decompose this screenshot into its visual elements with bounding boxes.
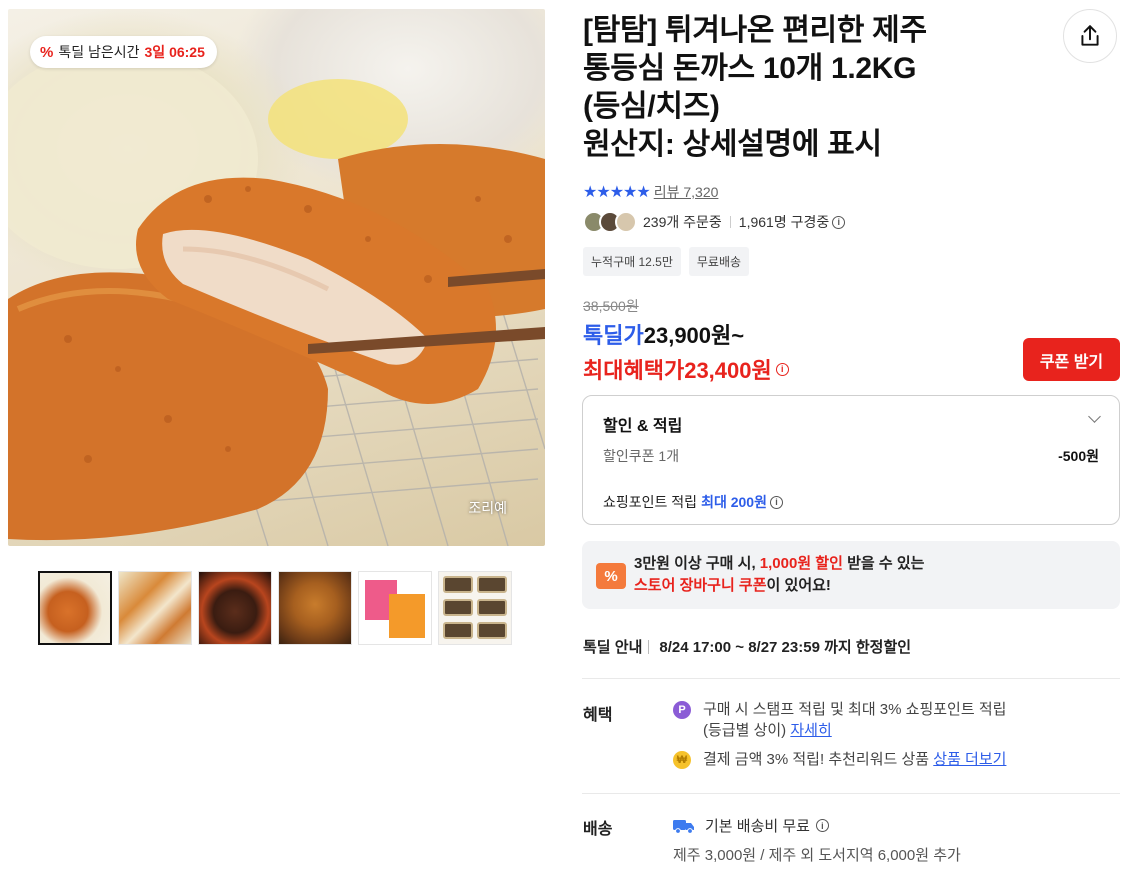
deal-info-row: 톡딜 안내 8/24 17:00 ~ 8/27 23:59 까지 한정할인 xyxy=(583,636,911,657)
info-icon[interactable]: i xyxy=(775,362,789,376)
deal-timer-badge: % 톡딜 남은시간 3일 06:25 xyxy=(30,36,217,68)
product-title-line: [탐탐] 튀겨나온 편리한 제주 xyxy=(583,14,927,47)
max-benefit-price: 최대혜택가 23,400원 i xyxy=(583,353,789,385)
divider xyxy=(648,639,650,654)
tray-pack xyxy=(443,576,473,593)
thumbnail-3[interactable] xyxy=(198,571,272,645)
package-orange xyxy=(389,594,425,638)
coupon-icon: % xyxy=(596,563,626,589)
deal-timer-value: 3일 06:25 xyxy=(144,44,205,60)
store-coupon-banner[interactable]: % 3만원 이상 구매 시, 1,000원 할인 받을 수 있는 스토어 장바구… xyxy=(582,541,1120,609)
deal-info-period: 8/24 17:00 ~ 8/27 23:59 까지 한정할인 xyxy=(659,639,912,656)
thumbnail-strip xyxy=(38,571,512,645)
discount-coupon-label: 할인쿠폰 1개 xyxy=(603,448,680,464)
star-rating-icon: ★★★★★ xyxy=(583,184,651,201)
share-button[interactable] xyxy=(1063,9,1117,63)
browsing-count: 1,961명 구경중 xyxy=(738,214,830,230)
tray-pack xyxy=(443,622,473,639)
deal-price-value: 23,900원~ xyxy=(643,323,745,348)
benefit-reward-row: ₩ 결제 금액 3% 적립! 추천리워드 상품 상품 더보기 xyxy=(673,749,1006,770)
main-product-image[interactable]: % 톡딜 남은시간 3일 06:25 조리예 xyxy=(8,9,545,546)
tray-pack xyxy=(443,599,473,616)
rating-row: ★★★★★ 리뷰 7,320 xyxy=(583,182,718,202)
more-products-link[interactable]: 상품 더보기 xyxy=(933,751,1006,768)
product-title-line: 통등심 돈까스 10개 1.2KG xyxy=(583,52,917,85)
deal-info-label: 톡딜 안내 xyxy=(583,639,643,656)
shopping-point-row: 쇼핑포인트 적립 최대 200원 i xyxy=(603,492,783,512)
benefit-stamp-row: P 구매 시 스탬프 적립 및 최대 3% 쇼핑포인트 적립 (등급별 상이) … xyxy=(673,699,1006,741)
tag-cumulative-purchase: 누적구매 12.5만 xyxy=(583,247,681,276)
shipping-label: 배송 xyxy=(583,821,613,838)
text: 결제 금액 3% 적립! 추천리워드 상품 xyxy=(703,751,930,768)
percent-icon: % xyxy=(40,43,54,61)
deal-price-label: 톡딜가 xyxy=(583,323,644,348)
image-caption: 조리예 xyxy=(468,500,507,516)
info-icon[interactable]: i xyxy=(769,495,783,509)
product-title-line: (등심/치즈) xyxy=(583,90,720,123)
coin-icon: ₩ xyxy=(673,751,691,769)
thumbnail-6[interactable] xyxy=(438,571,512,645)
product-title: [탐탐] 튀겨나온 편리한 제주 통등심 돈까스 10개 1.2KG (등심/치… xyxy=(583,12,1023,164)
text: 구매 시 스탬프 적립 및 최대 3% 쇼핑포인트 적립 xyxy=(703,701,1007,718)
deal-price: 톡딜가23,900원~ xyxy=(583,318,744,350)
tray-pack xyxy=(477,599,507,616)
thumbnail-1[interactable] xyxy=(38,571,112,645)
info-icon[interactable]: i xyxy=(832,215,846,229)
shipping-extra-fee: 제주 3,000원 / 제주 외 도서지역 6,000원 추가 xyxy=(673,847,961,864)
highlight-text: 스토어 장바구니 쿠폰 xyxy=(634,577,767,594)
text: 받을 수 있는 xyxy=(847,555,925,572)
benefits-label: 혜택 xyxy=(583,707,613,724)
thumbnail-5[interactable] xyxy=(358,571,432,645)
shopping-point-label: 쇼핑포인트 적립 xyxy=(603,494,698,510)
max-price-value: 23,400원 xyxy=(684,358,772,383)
text: 3만원 이상 구매 시, xyxy=(634,555,756,572)
shopping-point-value: 최대 200원 xyxy=(701,494,767,510)
avatar xyxy=(615,211,637,233)
shipping-fee-text: 기본 배송비 무료 xyxy=(705,818,810,835)
chevron-down-icon[interactable] xyxy=(1088,410,1101,423)
divider xyxy=(582,678,1120,679)
tag-free-shipping: 무료배송 xyxy=(688,247,750,276)
max-price-label: 최대혜택가 xyxy=(583,358,685,383)
product-tags: 누적구매 12.5만 무료배송 xyxy=(583,247,750,276)
divider xyxy=(582,793,1120,794)
review-count-link[interactable]: 리뷰 7,320 xyxy=(654,182,719,202)
original-price: 38,500원 xyxy=(583,298,639,314)
tray-pack xyxy=(477,576,507,593)
text: (등급별 상이) xyxy=(703,722,787,739)
order-status-row: 239개 주문중 1,961명 구경중 i xyxy=(583,211,846,233)
thumbnail-4[interactable] xyxy=(278,571,352,645)
get-coupon-button[interactable]: 쿠폰 받기 xyxy=(1023,338,1120,381)
divider xyxy=(729,216,731,228)
point-p-icon: P xyxy=(673,701,691,719)
highlight-text: 1,000원 할인 xyxy=(759,555,843,572)
share-icon xyxy=(1081,25,1099,46)
store-coupon-line2: 스토어 장바구니 쿠폰이 있어요! xyxy=(634,575,924,597)
store-coupon-line1: 3만원 이상 구매 시, 1,000원 할인 받을 수 있는 xyxy=(634,553,924,575)
thumbnail-2[interactable] xyxy=(118,571,192,645)
info-icon[interactable]: i xyxy=(815,819,829,832)
discount-accordion: 할인 & 적립 할인쿠폰 1개 -500원 쇼핑포인트 적립 최대 200원 i xyxy=(582,395,1120,525)
text: 이 있어요! xyxy=(766,577,831,594)
deal-timer-label: 톡딜 남은시간 xyxy=(58,44,140,60)
ordering-count: 239개 주문중 xyxy=(643,214,722,230)
benefit-stamp-text: 구매 시 스탬프 적립 및 최대 3% 쇼핑포인트 적립 (등급별 상이) 자세… xyxy=(703,699,1006,741)
discount-title[interactable]: 할인 & 적립 xyxy=(603,412,682,436)
product-photo-illustration xyxy=(8,49,545,546)
product-origin-line: 원산지: 상세설명에 표시 xyxy=(583,128,882,161)
tray-pack xyxy=(477,622,507,639)
buyer-avatars xyxy=(583,211,637,233)
discount-coupon-amount: -500원 xyxy=(1058,448,1099,464)
truck-icon xyxy=(673,819,694,834)
benefit-reward-text: 결제 금액 3% 적립! 추천리워드 상품 상품 더보기 xyxy=(703,749,1006,770)
shipping-fee-row: 기본 배송비 무료 i xyxy=(673,815,829,836)
details-link[interactable]: 자세히 xyxy=(790,722,831,739)
store-coupon-text: 3만원 이상 구매 시, 1,000원 할인 받을 수 있는 스토어 장바구니 … xyxy=(634,553,924,597)
